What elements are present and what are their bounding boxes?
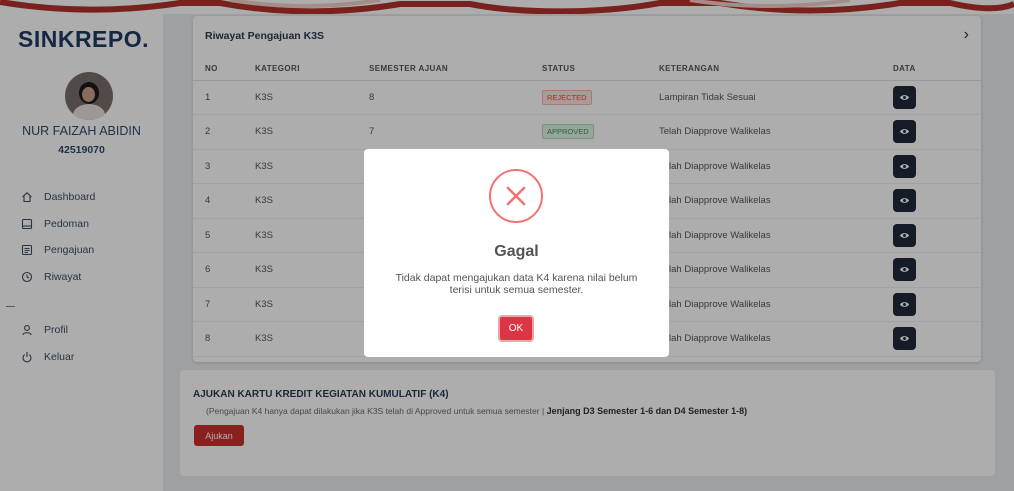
modal-title: Gagal (494, 243, 539, 260)
error-x-icon (489, 169, 543, 223)
error-modal: Gagal Tidak dapat mengajukan data K4 kar… (364, 149, 669, 357)
ok-button[interactable]: OK (498, 315, 534, 342)
modal-message: Tidak dapat mengajukan data K4 karena ni… (395, 272, 638, 296)
